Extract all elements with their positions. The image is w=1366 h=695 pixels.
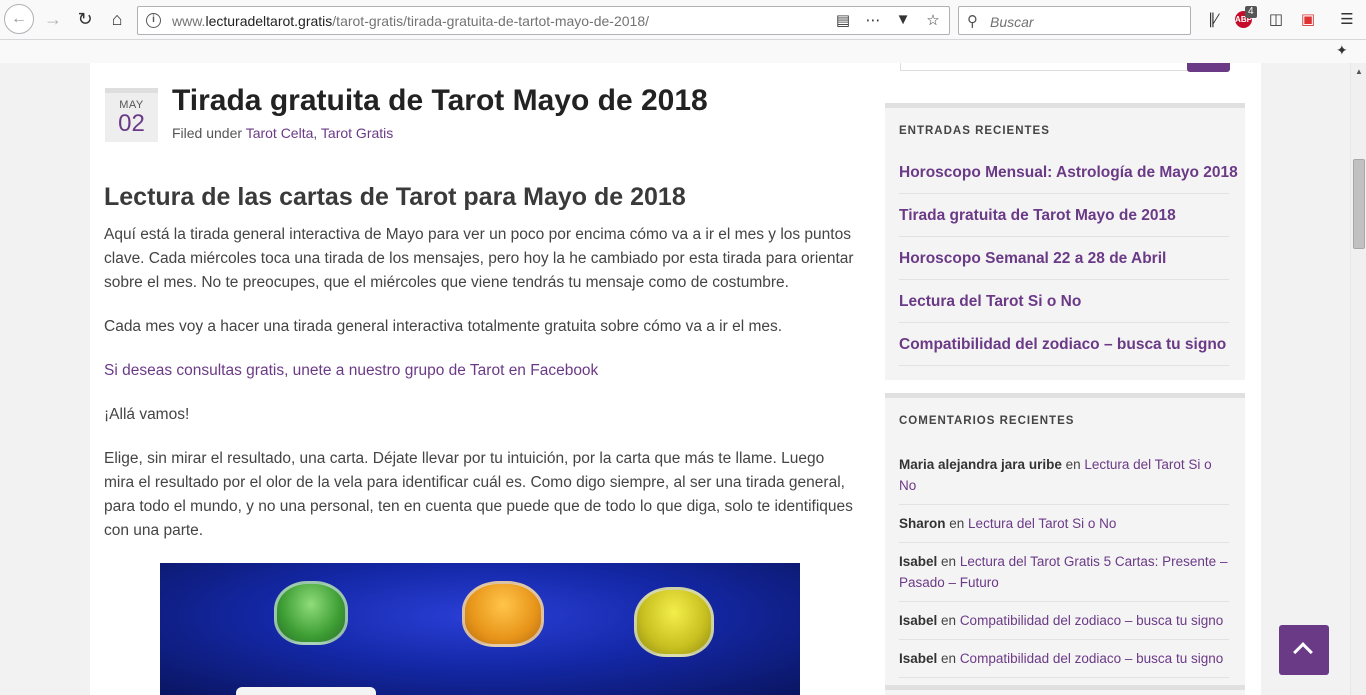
list-item: Isabel en Compatibilidad del zodiaco – b…: [899, 640, 1229, 678]
recent-post-link[interactable]: Tirada gratuita de Tarot Mayo de 2018: [899, 207, 1176, 224]
sidebar-search-input[interactable]: [900, 63, 1188, 71]
url-text[interactable]: www.lecturadeltarot.gratis/tarot-gratis/…: [172, 13, 649, 29]
recent-posts-title: ENTRADAS RECIENTES: [899, 125, 1050, 137]
orange-candle: [462, 581, 544, 647]
comment-joiner: en: [937, 613, 960, 628]
sidebar-search-button[interactable]: [1187, 63, 1230, 72]
comment-author: Isabel: [899, 554, 938, 569]
recent-post-link[interactable]: Lectura del Tarot Si o No: [899, 293, 1081, 310]
menu-icon[interactable]: ☰: [1336, 8, 1358, 30]
bookmark-star-icon[interactable]: ☆: [923, 11, 943, 29]
info-icon[interactable]: i: [146, 13, 161, 28]
reload-icon[interactable]: ↻: [70, 4, 100, 34]
post-paragraph: Cada mes voy a hacer una tirada general …: [104, 318, 783, 335]
facebook-group-link[interactable]: Si deseas consultas gratis, unete a nues…: [104, 362, 598, 379]
pin-icon[interactable]: ✦: [1336, 42, 1348, 59]
list-item: Horoscopo Mensual: Astrología de Mayo 20…: [899, 151, 1238, 194]
comment-author: Sharon: [899, 516, 946, 531]
list-item: Lectura del Tarot Si o No: [899, 280, 1229, 323]
back-to-top-button[interactable]: [1279, 625, 1329, 675]
post-paragraph: Elige, sin mirar el resultado, una carta…: [104, 450, 853, 539]
search-placeholder: Buscar: [990, 14, 1034, 30]
url-bar[interactable]: i www.lecturadeltarot.gratis/tarot-grati…: [137, 6, 950, 35]
url-domain: lecturadeltarot.gratis: [205, 13, 333, 29]
yellow-candle: [634, 587, 714, 657]
back-to-top-icon: [1293, 642, 1313, 662]
post-date-day: 02: [118, 110, 145, 137]
tarot-card-edge: [236, 687, 376, 695]
library-icon[interactable]: ∥∕: [1202, 8, 1224, 30]
list-item: Maria alejandra jara uribe en Lectura de…: [899, 446, 1229, 505]
comment-joiner: en: [1061, 457, 1085, 472]
facebook-group-paragraph: Si deseas consultas gratis, unete a nues…: [104, 359, 856, 383]
post-subheading: Lectura de las cartas de Tarot para Mayo…: [104, 183, 686, 211]
reader-view-icon[interactable]: ▤: [833, 11, 853, 29]
forward-icon[interactable]: →: [38, 4, 68, 34]
pocket-icon[interactable]: ▼: [893, 11, 913, 29]
comment-joiner: en: [937, 554, 960, 569]
recent-post-link[interactable]: Horoscopo Semanal 22 a 28 de Abril: [899, 250, 1166, 267]
comment-joiner: en: [945, 516, 969, 531]
sidebar-icon[interactable]: ◫: [1265, 8, 1287, 30]
recent-comments-title: COMENTARIOS RECIENTES: [899, 415, 1075, 427]
post-paragraph: Aquí está la tirada general interactiva …: [104, 226, 854, 291]
next-widget-edge: [885, 685, 1245, 695]
candles-image: [160, 563, 800, 695]
recent-comments-widget: COMENTARIOS RECIENTES Maria alejandra ja…: [885, 393, 1245, 695]
search-input[interactable]: ⚲ Buscar: [958, 6, 1191, 35]
list-item: Compatibilidad del zodiaco – busca tu si…: [899, 323, 1229, 366]
list-item: Isabel en Lectura del Tarot Gratis 5 Car…: [899, 543, 1229, 602]
category-link-tarot-celta[interactable]: Tarot Celta: [246, 125, 314, 141]
scroll-up-icon[interactable]: ▲: [1355, 67, 1363, 76]
green-candle: [274, 581, 348, 645]
recent-comments-list: Maria alejandra jara uribe en Lectura de…: [899, 446, 1229, 678]
screenshot-icon[interactable]: ▣: [1297, 8, 1319, 30]
list-item: Horoscopo Semanal 22 a 28 de Abril: [899, 237, 1229, 280]
comment-author: Isabel: [899, 651, 938, 666]
back-icon[interactable]: ←: [4, 4, 34, 34]
page-actions-icon[interactable]: ⋯: [863, 11, 883, 29]
url-prefix: www.: [172, 13, 206, 29]
recent-post-link[interactable]: Horoscopo Mensual: Astrología de Mayo 20…: [899, 164, 1238, 181]
category-link-tarot-gratis[interactable]: Tarot Gratis: [321, 125, 393, 141]
toolbar-overflow-strip: [0, 40, 1366, 63]
comment-post-link[interactable]: Compatibilidad del zodiaco – busca tu si…: [960, 613, 1223, 628]
article: MAY 02 Tirada gratuita de Tarot Mayo de …: [0, 63, 1350, 695]
comment-joiner: en: [937, 651, 960, 666]
list-item: Tirada gratuita de Tarot Mayo de 2018: [899, 194, 1229, 237]
adblock-count-badge: 4: [1245, 6, 1257, 18]
comment-post-link[interactable]: Compatibilidad del zodiaco – busca tu si…: [960, 651, 1223, 666]
browser-toolbar: ← → ↻ ⌂ i www.lecturadeltarot.gratis/tar…: [0, 0, 1366, 40]
filed-under-label: Filed under: [172, 125, 246, 141]
list-item: Sharon en Lectura del Tarot Si o No: [899, 505, 1229, 543]
recent-post-link[interactable]: Compatibilidad del zodiaco – busca tu si…: [899, 336, 1226, 353]
search-icon: ⚲: [967, 13, 978, 30]
home-icon[interactable]: ⌂: [102, 4, 132, 34]
post-title: Tirada gratuita de Tarot Mayo de 2018: [172, 84, 708, 117]
category-separator: ,: [313, 125, 321, 141]
page-scrollbar[interactable]: ▲: [1350, 63, 1366, 695]
url-path: /tarot-gratis/tirada-gratuita-de-tartot-…: [332, 13, 649, 29]
post-categories: Filed under Tarot Celta, Tarot Gratis: [172, 125, 393, 141]
comment-author: Isabel: [899, 613, 938, 628]
scroll-thumb[interactable]: [1353, 159, 1365, 249]
recent-posts-widget: ENTRADAS RECIENTES Horoscopo Mensual: As…: [885, 103, 1245, 380]
recent-posts-list: Horoscopo Mensual: Astrología de Mayo 20…: [899, 151, 1238, 366]
post-paragraph: ¡Allá vamos!: [104, 406, 190, 423]
comment-post-link[interactable]: Lectura del Tarot Si o No: [968, 516, 1116, 531]
post-date-badge: MAY 02: [105, 88, 158, 142]
comment-author: Maria alejandra jara uribe: [899, 457, 1062, 472]
list-item: Isabel en Compatibilidad del zodiaco – b…: [899, 602, 1229, 640]
